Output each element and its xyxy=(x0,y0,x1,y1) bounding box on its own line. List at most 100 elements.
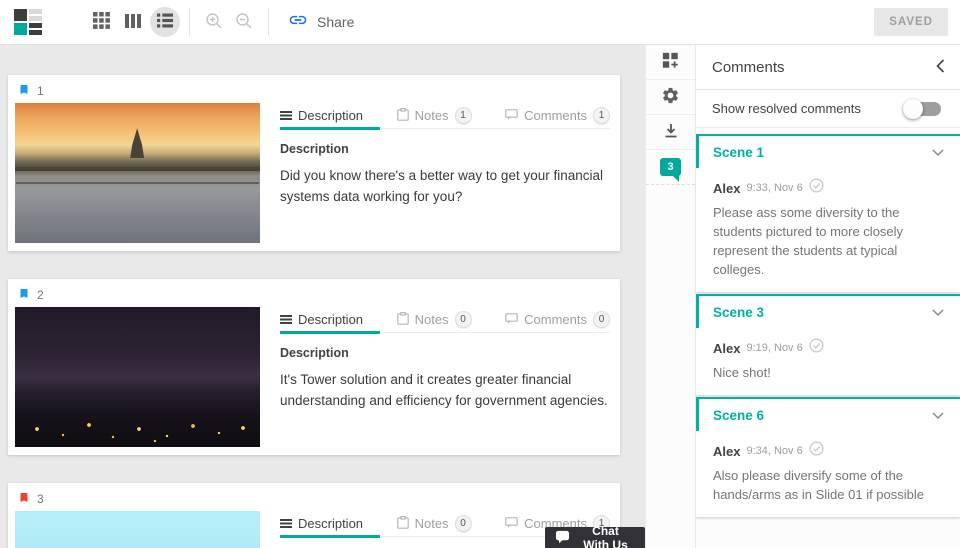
scene-card-1[interactable]: 1 Description Notes 1 Comments 1 Descrip… xyxy=(8,75,620,251)
scene-section-header[interactable]: Scene 1 xyxy=(696,134,960,168)
zoom-out-button[interactable] xyxy=(229,7,259,37)
scene-section-title: Scene 1 xyxy=(713,144,765,160)
comment-meta: Alex 9:33, Nov 6 xyxy=(713,178,946,198)
comment-time: 9:33, Nov 6 xyxy=(746,182,803,194)
comments-count-badge: 1 xyxy=(592,107,610,124)
toolbar-divider xyxy=(268,8,269,36)
description-lines-icon xyxy=(280,108,292,123)
tab-description[interactable]: Description xyxy=(280,312,363,327)
gear-icon xyxy=(661,86,680,108)
scene-card-header: 1 xyxy=(15,80,610,103)
scene-number: 3 xyxy=(37,492,44,506)
logo-square-dark xyxy=(14,8,27,21)
logo-square-teal xyxy=(14,22,27,35)
comment-author: Alex xyxy=(713,443,741,459)
content-area: 1 Description Notes 1 Comments 1 Descrip… xyxy=(0,45,960,548)
resolve-check-icon[interactable] xyxy=(809,441,824,461)
show-resolved-row: Show resolved comments xyxy=(696,90,960,128)
comment-meta: Alex 9:19, Nov 6 xyxy=(713,338,946,358)
comment-meta: Alex 9:34, Nov 6 xyxy=(713,441,946,461)
scene-thumbnail[interactable] xyxy=(15,511,260,548)
comments-panel: Comments Show resolved comments Scene 1 xyxy=(695,45,960,548)
comment[interactable]: Alex 9:34, Nov 6 Also please diversify s… xyxy=(696,431,960,517)
column-view-button[interactable] xyxy=(118,7,148,37)
bookmark-icon xyxy=(18,286,30,304)
comments-panel-button[interactable]: 3 xyxy=(646,150,695,185)
description-text: Did you know there's a better way to get… xyxy=(280,168,603,204)
notes-clipboard-icon xyxy=(396,107,409,124)
download-button[interactable] xyxy=(646,115,695,150)
description-heading: Description xyxy=(280,142,349,156)
download-icon xyxy=(663,123,679,142)
notes-count-badge: 0 xyxy=(454,311,472,328)
chevron-down-icon xyxy=(932,406,944,424)
scene-card-header: 3 xyxy=(15,488,610,511)
scene-number: 2 xyxy=(37,288,44,302)
app-logo[interactable] xyxy=(14,8,44,36)
tab-notes[interactable]: Notes 1 xyxy=(396,107,472,124)
scene-card-3[interactable]: 3 Description Notes 0 Comments 1 xyxy=(8,483,620,548)
grid-view-icon xyxy=(92,12,110,32)
chevron-down-icon xyxy=(932,143,944,161)
bookmark-icon xyxy=(18,82,30,100)
active-tab-underline xyxy=(280,331,380,334)
tab-notes[interactable]: Notes 0 xyxy=(396,515,472,532)
comment-author: Alex xyxy=(713,340,741,356)
tab-description[interactable]: Description xyxy=(280,516,363,531)
zoom-in-button[interactable] xyxy=(199,7,229,37)
top-toolbar: Share SAVED xyxy=(0,0,960,45)
comment-time: 9:19, Nov 6 xyxy=(746,342,803,354)
add-scene-button[interactable] xyxy=(646,45,695,80)
grid-view-button[interactable] xyxy=(86,7,116,37)
list-view-button[interactable] xyxy=(150,7,180,37)
tab-description[interactable]: Description xyxy=(280,108,363,123)
settings-button[interactable] xyxy=(646,80,695,115)
chevron-left-icon xyxy=(936,58,945,76)
logo-bar xyxy=(29,8,42,14)
scene-card-header: 2 xyxy=(15,284,610,307)
scene-section-title: Scene 3 xyxy=(713,304,765,320)
comment-text: Nice shot! xyxy=(713,365,771,380)
chat-with-us-button[interactable]: Chat With Us xyxy=(545,524,645,548)
share-button[interactable]: Share xyxy=(288,10,354,35)
comment-bubble-icon xyxy=(505,312,518,327)
show-resolved-toggle[interactable] xyxy=(903,98,941,119)
comment[interactable]: Alex 9:19, Nov 6 Nice shot! xyxy=(696,328,960,395)
notes-clipboard-icon xyxy=(396,515,409,532)
share-label: Share xyxy=(317,14,355,30)
scene-tabs: Description Notes 1 Comments 1 xyxy=(280,103,610,130)
scene-detail: Description Notes 0 xyxy=(260,307,610,447)
storyboard-app: Share SAVED 1 Description Notes 1 Commen… xyxy=(0,0,960,548)
view-switcher xyxy=(86,7,180,37)
description-heading: Description xyxy=(280,346,349,360)
scene-section-header[interactable]: Scene 3 xyxy=(696,294,960,328)
tab-comments[interactable]: Comments 1 xyxy=(505,107,610,124)
scene-thumbnail[interactable] xyxy=(15,103,260,243)
comment-text: Also please diversify some of the hands/… xyxy=(713,468,925,502)
scene-thumbnail[interactable] xyxy=(15,307,260,447)
logo-bar xyxy=(29,29,42,35)
comments-count-bubble: 3 xyxy=(660,158,681,182)
chevron-down-icon xyxy=(932,303,944,321)
comments-count-badge: 0 xyxy=(592,311,610,328)
scene-section-header[interactable]: Scene 6 xyxy=(696,397,960,431)
storyboard-list: 1 Description Notes 1 Comments 1 Descrip… xyxy=(0,45,645,548)
collapse-panel-button[interactable] xyxy=(936,58,945,76)
scene-tabs: Description Notes 0 xyxy=(280,307,610,334)
comments-panel-header: Comments xyxy=(696,45,960,90)
comments-panel-title: Comments xyxy=(712,58,785,76)
description-text: It's Tower solution and it creates great… xyxy=(280,372,608,408)
scene-card-2[interactable]: 2 Description Notes 0 Comments 0 Descrip… xyxy=(8,279,620,455)
tab-notes[interactable]: Notes 0 xyxy=(396,311,472,328)
comment-section-scene-6: Scene 6 Alex 9:34, Nov 6 Also please div… xyxy=(696,397,960,517)
description-lines-icon xyxy=(280,312,292,327)
comment-text: Please ass some diversity to the student… xyxy=(713,205,904,277)
resolve-check-icon[interactable] xyxy=(809,338,824,358)
notes-count-badge: 1 xyxy=(454,107,472,124)
comment-author: Alex xyxy=(713,180,741,196)
tab-comments[interactable]: Comments 0 xyxy=(505,311,610,328)
comment-bubble-icon xyxy=(505,516,518,531)
comment[interactable]: Alex 9:33, Nov 6 Please ass some diversi… xyxy=(696,168,960,292)
resolve-check-icon[interactable] xyxy=(809,178,824,198)
saved-button[interactable]: SAVED xyxy=(874,8,948,36)
